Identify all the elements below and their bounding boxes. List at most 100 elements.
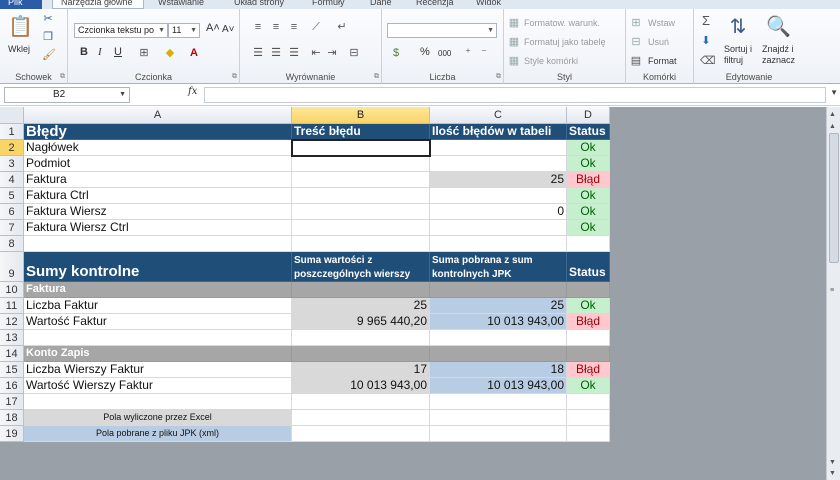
cell-d19[interactable] <box>567 426 610 442</box>
cell-a19[interactable]: Pola pobrane z pliku JPK (xml) <box>24 426 292 442</box>
cell-c8[interactable] <box>430 236 567 252</box>
shrink-font-icon[interactable]: A˅ <box>222 24 235 35</box>
cell-d4[interactable]: Błąd <box>567 172 610 188</box>
cell-a16[interactable]: Wartość Wierszy Faktur <box>24 378 292 394</box>
column-header-a[interactable]: A <box>24 107 292 124</box>
cell-a8[interactable] <box>24 236 292 252</box>
cell-c1[interactable]: Ilość błędów w tabeli <box>430 124 567 140</box>
insert-button[interactable]: Wstaw <box>648 18 675 29</box>
paste-icon[interactable]: 📋 <box>8 15 33 39</box>
decrease-decimal-icon[interactable]: ⁻ <box>478 47 490 59</box>
cell-a12[interactable]: Wartość Faktur <box>24 314 292 330</box>
format-as-table-button[interactable]: Formatuj jako tabelę <box>524 37 606 48</box>
row-header-1[interactable]: 1 <box>0 124 24 140</box>
cell-d6[interactable]: Ok <box>567 204 610 220</box>
cell-d5[interactable]: Ok <box>567 188 610 204</box>
cell-a2[interactable]: Nagłówek <box>24 140 292 156</box>
cell-b13[interactable] <box>292 330 430 346</box>
cell-c19[interactable] <box>430 426 567 442</box>
scroll-up-small-icon[interactable]: ▲ <box>829 123 836 130</box>
clipboard-launcher-icon[interactable]: ⧉ <box>60 73 65 81</box>
cell-a17[interactable] <box>24 394 292 410</box>
grow-font-icon[interactable]: A˄ <box>206 23 220 34</box>
cell-d17[interactable] <box>567 394 610 410</box>
underline-button[interactable]: U <box>114 47 122 58</box>
cell-b6[interactable] <box>292 204 430 220</box>
font-color-icon[interactable]: A <box>188 47 200 59</box>
row-header-9[interactable]: 9 <box>0 252 24 282</box>
cell-b2[interactable] <box>292 140 430 156</box>
row-header-10[interactable]: 10 <box>0 282 24 298</box>
cell-c7[interactable] <box>430 220 567 236</box>
cell-b19[interactable] <box>292 426 430 442</box>
cell-a9[interactable]: Sumy kontrolne <box>24 252 292 282</box>
wrap-text-icon[interactable]: ↵ <box>336 21 348 33</box>
cell-a11[interactable]: Liczba Faktur <box>24 298 292 314</box>
orientation-icon[interactable]: ⟋ <box>310 21 322 33</box>
cell-a18[interactable]: Pola wyliczone przez Excel <box>24 410 292 426</box>
cell-b1[interactable]: Treść błędu <box>292 124 430 140</box>
borders-icon[interactable]: ⊞ <box>138 47 150 59</box>
cell-d12[interactable]: Błąd <box>567 314 610 330</box>
vertical-scrollbar[interactable]: ▲ ▲ ≡ ▼ ▼ <box>826 107 840 480</box>
cell-b5[interactable] <box>292 188 430 204</box>
cell-d2[interactable]: Ok <box>567 140 610 156</box>
formula-input[interactable] <box>204 87 826 103</box>
cell-styles-button[interactable]: Style komórki <box>524 56 578 67</box>
cell-a6[interactable]: Faktura Wiersz <box>24 204 292 220</box>
cell-b7[interactable] <box>292 220 430 236</box>
percent-button[interactable]: % <box>420 47 430 58</box>
tab-ribbon-2[interactable]: Wstawianie <box>150 0 220 9</box>
cell-d1[interactable]: Status <box>567 124 610 140</box>
cell-a7[interactable]: Faktura Wiersz Ctrl <box>24 220 292 236</box>
alignment-launcher-icon[interactable]: ⧉ <box>374 73 379 81</box>
number-format-dropdown[interactable]: ▼ <box>387 23 497 38</box>
format-painter-icon[interactable]: 🖌 <box>42 49 56 61</box>
decrease-indent-icon[interactable]: ⇤ <box>310 47 322 59</box>
cut-icon[interactable]: ✂ <box>42 13 54 25</box>
row-header-8[interactable]: 8 <box>0 236 24 252</box>
cell-a1[interactable]: Błędy <box>24 124 292 140</box>
sort-filter-label-1[interactable]: Sortuj i <box>724 44 752 55</box>
cell-b12[interactable]: 9 965 440,20 <box>292 314 430 330</box>
increase-decimal-icon[interactable]: ⁺ <box>462 47 474 59</box>
row-header-7[interactable]: 7 <box>0 220 24 236</box>
tab-ribbon-3[interactable]: Układ strony <box>226 0 298 9</box>
cell-c16[interactable]: 10 013 943,00 <box>430 378 567 394</box>
cell-c4[interactable]: 25 <box>430 172 567 188</box>
cell-b10[interactable] <box>292 282 430 298</box>
row-header-3[interactable]: 3 <box>0 156 24 172</box>
clear-icon[interactable]: ⌫ <box>700 55 716 67</box>
scroll-down-icon[interactable]: ▼ <box>829 470 836 477</box>
cell-a3[interactable]: Podmiot <box>24 156 292 172</box>
row-header-4[interactable]: 4 <box>0 172 24 188</box>
format-button[interactable]: Format <box>648 56 677 67</box>
cell-b8[interactable] <box>292 236 430 252</box>
row-header-19[interactable]: 19 <box>0 426 24 442</box>
cell-c9[interactable]: Suma pobrana z sum kontrolnych JPK <box>430 252 567 282</box>
row-header-12[interactable]: 12 <box>0 314 24 330</box>
row-header-2[interactable]: 2 <box>0 140 24 156</box>
tab-ribbon-7[interactable]: Widok <box>468 0 512 9</box>
cell-a5[interactable]: Faktura Ctrl <box>24 188 292 204</box>
cell-c14[interactable] <box>430 346 567 362</box>
expand-formula-bar-icon[interactable]: ▼ <box>830 88 838 97</box>
cell-c18[interactable] <box>430 410 567 426</box>
row-header-13[interactable]: 13 <box>0 330 24 346</box>
font-launcher-icon[interactable]: ⧉ <box>232 73 237 81</box>
font-size-dropdown[interactable]: 11 ▼ <box>168 23 200 38</box>
align-center-icon[interactable]: ☰ <box>270 47 282 59</box>
cell-c3[interactable] <box>430 156 567 172</box>
cell-d15[interactable]: Błąd <box>567 362 610 378</box>
sort-filter-label-2[interactable]: filtruj <box>724 55 743 66</box>
cell-b15[interactable]: 17 <box>292 362 430 378</box>
find-select-label-1[interactable]: Znajdź i <box>762 44 794 55</box>
cell-d3[interactable]: Ok <box>567 156 610 172</box>
cell-d8[interactable] <box>567 236 610 252</box>
tab-ribbon-6[interactable]: Recenzja <box>408 0 462 9</box>
find-select-label-2[interactable]: zaznacz <box>762 55 795 66</box>
row-header-6[interactable]: 6 <box>0 204 24 220</box>
row-header-14[interactable]: 14 <box>0 346 24 362</box>
copy-icon[interactable]: ❐ <box>42 31 54 43</box>
cell-c15[interactable]: 18 <box>430 362 567 378</box>
